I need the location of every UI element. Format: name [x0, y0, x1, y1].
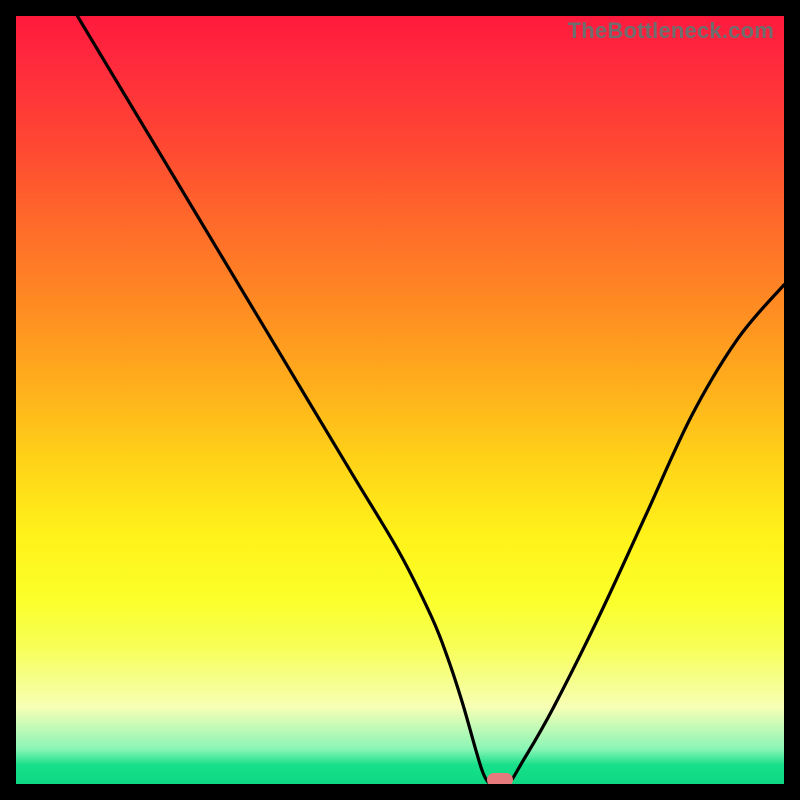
- bottleneck-curve-path: [77, 16, 784, 784]
- chart-frame: TheBottleneck.com: [0, 0, 800, 800]
- bottleneck-curve: [16, 16, 784, 784]
- bottleneck-marker-icon: [487, 773, 513, 784]
- chart-plot-area: TheBottleneck.com: [16, 16, 784, 784]
